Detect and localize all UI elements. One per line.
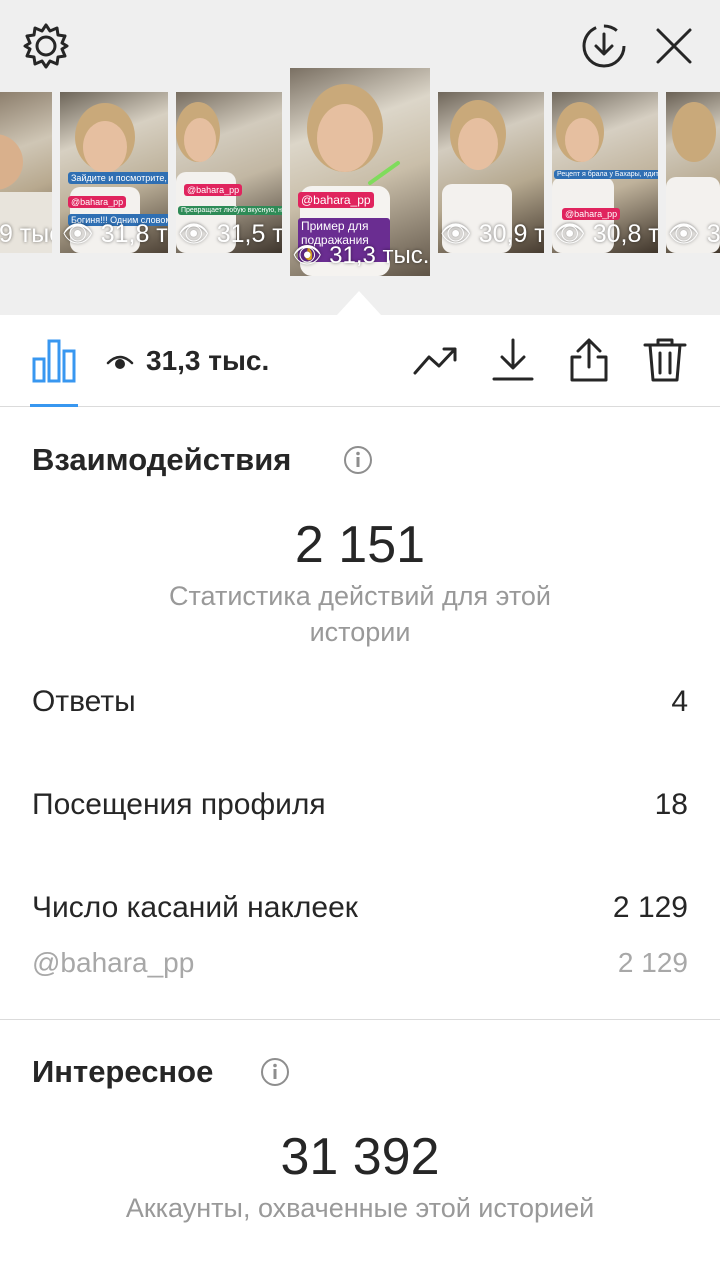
info-icon[interactable] xyxy=(343,445,373,475)
story-thumbnail[interactable]: Рецепт я брала у Бахары, идите к ней, та… xyxy=(552,92,658,253)
story-views: 👁 30,8 тыс. xyxy=(554,220,658,248)
story-strip: ,9 тыс. Зайдите и посмотрите, как она го… xyxy=(0,0,720,315)
story-mention-sticker: @bahara_pp xyxy=(68,196,127,208)
download-icon[interactable] xyxy=(490,337,536,383)
story-views: 👁 31,3 тыс. xyxy=(292,242,430,269)
sticker-mention-value: 2 129 xyxy=(617,947,688,978)
bar-chart-icon[interactable] xyxy=(31,337,77,383)
sticker-mention-label[interactable]: @bahara_pp xyxy=(32,947,194,979)
share-icon[interactable] xyxy=(566,337,612,383)
discovery-title: Интересное xyxy=(32,1054,214,1089)
story-views: 👁 31,5 тыс. xyxy=(178,220,282,248)
replies-label: Ответы xyxy=(32,685,136,718)
discovery-total: 31 392 xyxy=(280,1128,440,1186)
trash-icon[interactable] xyxy=(642,337,688,383)
active-story-pointer xyxy=(337,291,381,315)
sticker-taps-value: 2 129 xyxy=(612,891,688,924)
active-tab-indicator xyxy=(30,404,78,407)
story-toolbar: 31,3 тыс. xyxy=(0,315,720,407)
interactions-total: 2 151 xyxy=(294,516,426,574)
interactions-title: Взаимодействия xyxy=(32,442,292,477)
info-icon[interactable] xyxy=(260,1057,290,1087)
profile-visits-value: 18 xyxy=(654,788,688,821)
story-views: 👁 30,9 тыс. xyxy=(440,220,544,248)
story-mention-sticker: @bahara_pp xyxy=(184,184,243,196)
story-mention-sticker: @bahara_pp xyxy=(298,192,374,208)
story-views: 👁 31,8 тыс. xyxy=(62,220,168,248)
story-thumbnail[interactable]: 👁 30 xyxy=(666,92,720,253)
story-thumbnails: ,9 тыс. Зайдите и посмотрите, как она го… xyxy=(0,68,720,278)
story-thumbnail[interactable]: @bahara_pp Превращает любую вкусную, но … xyxy=(176,92,282,253)
profile-visits-label: Посещения профиля xyxy=(32,788,326,821)
story-views: 👁 30 xyxy=(668,220,720,248)
story-mention-sticker: @bahara_pp xyxy=(562,208,621,220)
download-circle-icon[interactable] xyxy=(580,22,628,70)
trending-up-icon[interactable] xyxy=(412,337,458,383)
gear-icon[interactable] xyxy=(22,22,70,70)
section-divider xyxy=(0,1019,720,1020)
story-thumbnail-active[interactable]: @bahara_pp Пример для подражания 👌 👁 31,… xyxy=(290,68,430,276)
story-views-count: 31,3 тыс. xyxy=(146,345,270,376)
story-caption: Зайдите и посмотрите, как она готовит!!! xyxy=(68,172,168,184)
story-thumbnail[interactable]: 👁 30,9 тыс. xyxy=(438,92,544,253)
story-views: ,9 тыс. xyxy=(0,220,52,248)
story-caption: Превращает любую вкусную, но вредную еду… xyxy=(178,206,282,215)
close-icon[interactable] xyxy=(652,24,696,68)
discovery-subtitle: Аккаунты, охваченные этой историей xyxy=(125,1193,595,1223)
sticker-taps-label: Число касаний наклеек xyxy=(32,891,358,924)
story-caption: Рецепт я брала у Бахары, идите к ней, та… xyxy=(554,170,658,179)
interactions-subtitle: Статистика действий для этой истории xyxy=(168,581,551,647)
story-thumbnail[interactable]: ,9 тыс. xyxy=(0,92,52,253)
replies-value: 4 xyxy=(671,685,688,718)
eye-icon xyxy=(106,355,134,369)
story-thumbnail[interactable]: Зайдите и посмотрите, как она готовит!!!… xyxy=(60,92,168,253)
